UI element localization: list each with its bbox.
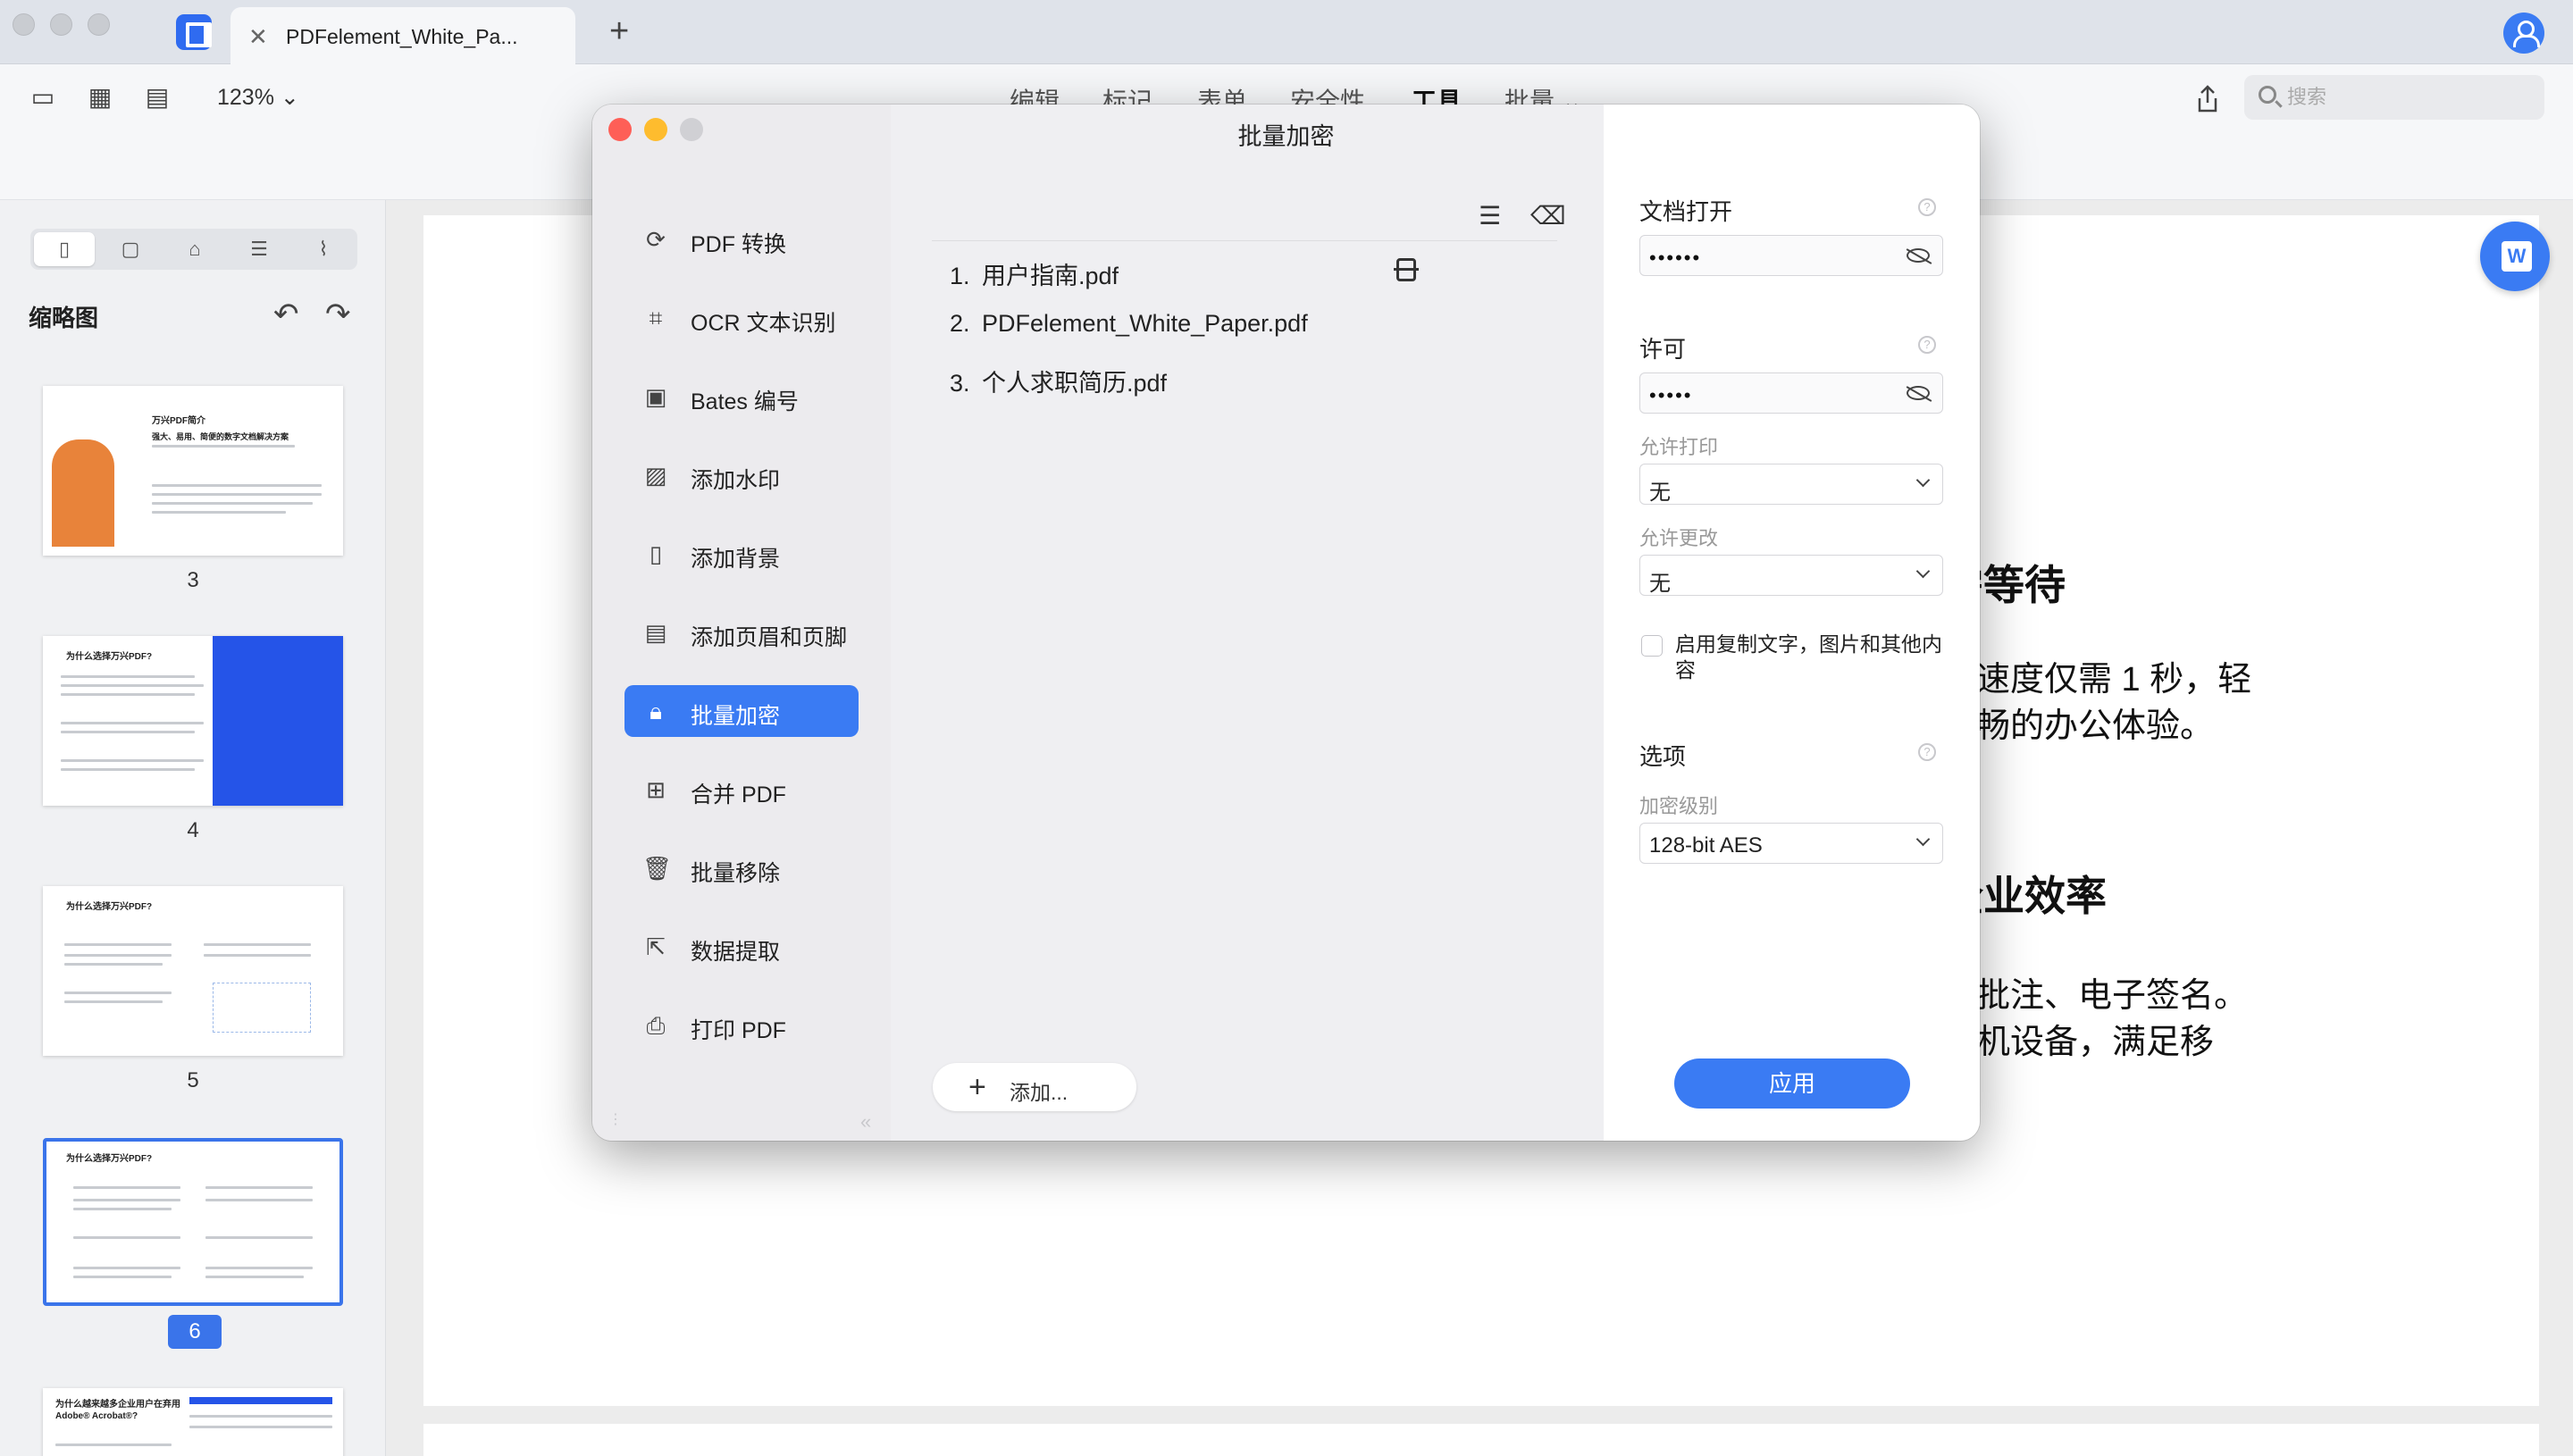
thumbnail-page-7[interactable]: 为什么越来越多企业用户在弃用 Adobe® Acrobat®? [43,1388,343,1456]
thumbnail-page-3[interactable]: 万兴PDF简介 强大、易用、简便的数字文档解决方案 [43,386,343,556]
trash-icon: 🗑︎ [642,855,673,882]
tool-print[interactable]: ⎙ 打印 PDF [624,1000,859,1051]
options-heading: 选项 [1639,743,1687,770]
window-close-button[interactable] [13,13,35,36]
permission-heading: 许可 [1639,336,1687,363]
layers-tab-icon[interactable]: ☰ [229,232,289,266]
background-icon: ▯ [649,540,663,567]
printer-icon: ⎙ [646,1012,666,1039]
add-files-button[interactable]: + 添加... [933,1063,1136,1111]
help-icon[interactable]: ? [1918,743,1936,761]
grid-view-icon[interactable]: ▦ [84,84,116,111]
selected-page-badge: 6 [168,1315,222,1349]
sidebar-toggle-icon[interactable]: ▭ [27,84,59,111]
tool-merge[interactable]: ⊞ 合并 PDF [624,764,859,816]
batch-encrypt-dialog: 批量加密 ⟳ PDF 转换 ⌗ OCR 文本识别 ▣ Bates 编号 ▨ 添加… [592,105,1980,1141]
enable-copy-label: 启用复制文字，图片和其他内容 [1675,632,1942,682]
file-item[interactable]: 2. PDFelement_White_Paper.pdf [950,310,1308,338]
open-password-heading: 文档打开 [1639,198,1733,225]
convert-to-word-icon[interactable] [2480,222,2550,291]
bates-number-icon: ▣ [644,383,667,410]
open-password-field[interactable]: •••••• [1639,235,1943,276]
extract-icon: ⇱ [646,933,666,960]
encryption-level-label: 加密级别 [1639,795,1719,817]
sidebar-title: 缩略图 [29,305,99,331]
remove-file-icon[interactable] [1394,258,1419,281]
thumbnail-page-4[interactable]: 为什么选择万兴PDF? [43,636,343,806]
file-item[interactable]: 3. 个人求职简历.pdf [950,364,1167,398]
resize-grip-icon[interactable]: ⋮ [608,1110,623,1128]
illustration-icon [52,439,114,547]
allow-change-select[interactable]: 无 [1639,555,1943,596]
clear-list-icon[interactable]: ⌫ [1530,201,1566,230]
tool-watermark[interactable]: ▨ 添加水印 [624,449,859,501]
tool-ocr[interactable]: ⌗ OCR 文本识别 [624,292,859,344]
close-tab-icon[interactable]: ✕ [248,23,268,51]
hide-password-icon[interactable] [1907,248,1930,263]
rotate-right-icon[interactable]: ↷ [325,297,351,332]
tool-pdf-convert[interactable]: ⟳ PDF 转换 [624,213,859,265]
title-bar: ✕ PDFelement_White_Pa... + [0,0,2573,64]
zoom-dropdown[interactable]: 123% ⌄ [217,84,299,111]
allow-change-label: 允许更改 [1639,527,1719,549]
rotate-left-icon[interactable]: ↶ [273,297,299,332]
thumbnail-number: 5 [187,1068,199,1092]
account-icon[interactable] [2503,13,2544,54]
lock-icon: 🔒︎ [650,698,662,724]
permission-password-field[interactable]: ••••• [1639,372,1943,414]
list-view-icon[interactable]: ☰ [1479,201,1501,230]
reading-mode-icon[interactable]: ▤ [141,84,173,111]
comment-tab-icon[interactable]: ▢ [100,232,161,266]
thumbnail-sidebar: ▯ ▢ ⌂ ☰ ⌇ 缩略图 ↶ ↷ 万兴PDF简介 强大、易用、简便的数字文档解… [0,200,386,1456]
pdf-page-next [423,1424,2539,1456]
chevron-down-icon [1915,564,1931,579]
document-tab[interactable]: ✕ PDFelement_White_Pa... [230,7,575,64]
app-logo-icon [176,14,212,50]
bookmark-tab-icon[interactable]: ⌂ [164,232,225,266]
search-input[interactable] [2287,84,2528,111]
allow-print-label: 允许打印 [1639,436,1719,458]
thumbnail-tab-icon[interactable]: ▯ [34,232,95,266]
merge-icon: ⊞ [646,776,666,803]
tool-header-footer[interactable]: ▤ 添加页眉和页脚 [624,607,859,658]
window-zoom-button[interactable] [88,13,110,36]
tool-background[interactable]: ▯ 添加背景 [624,528,859,580]
new-tab-icon[interactable]: + [609,13,629,51]
chevron-down-icon [1915,473,1931,488]
apply-button[interactable]: 应用 [1674,1059,1910,1109]
refresh-icon: ⟳ [646,226,666,253]
window-minimize-button[interactable] [50,13,72,36]
tool-batch-encrypt[interactable]: 🔒︎ 批量加密 [624,685,859,737]
chevron-down-icon [1915,832,1931,847]
header-footer-icon: ▤ [644,619,667,646]
thumbnail-number: 3 [187,568,199,592]
search-box[interactable] [2244,75,2544,120]
attachment-tab-icon[interactable]: ⌇ [293,232,354,266]
thumbnail-page-6[interactable]: 为什么选择万兴PDF? [43,1138,343,1306]
dialog-title: 批量加密 [1237,123,1335,150]
enable-copy-checkbox[interactable] [1641,635,1663,657]
help-icon[interactable]: ? [1918,336,1936,354]
encryption-level-select[interactable]: 128-bit AES [1639,823,1943,864]
tool-data-extract[interactable]: ⇱ 数据提取 [624,921,859,973]
thumbnail-page-5[interactable]: 为什么选择万兴PDF? [43,886,343,1056]
help-icon[interactable]: ? [1918,198,1936,216]
document-tab-title: PDFelement_White_Pa... [286,25,518,48]
collapse-panel-icon[interactable]: « [860,1110,871,1134]
tool-batch-remove[interactable]: 🗑︎ 批量移除 [624,842,859,894]
hide-password-icon[interactable] [1907,386,1930,400]
thumbnail-number: 4 [187,818,199,842]
file-item[interactable]: 1. 用户指南.pdf [950,256,1119,291]
tool-bates[interactable]: ▣ Bates 编号 [624,371,859,423]
watermark-icon: ▨ [644,462,667,489]
plus-icon: + [968,1070,986,1104]
sidebar-tabs: ▯ ▢ ⌂ ☰ ⌇ [30,229,357,270]
search-icon [2259,86,2276,104]
allow-print-select[interactable]: 无 [1639,464,1943,505]
ocr-scan-icon: ⌗ [649,305,663,331]
share-icon[interactable] [2192,84,2223,114]
